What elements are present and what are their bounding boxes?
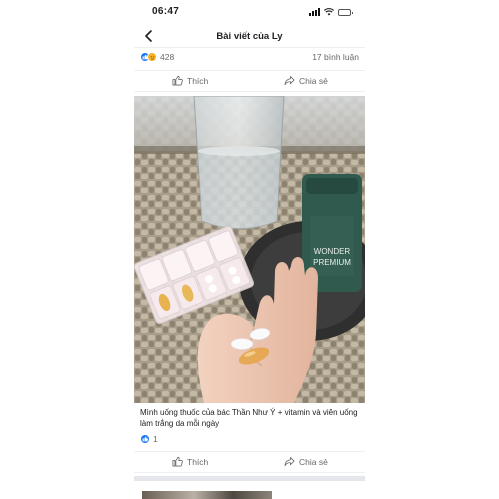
share-arrow-icon bbox=[284, 456, 295, 467]
action-bar-top: Thích Chia sẻ bbox=[134, 70, 365, 92]
next-post-image bbox=[142, 491, 272, 499]
reaction-summary[interactable]: 428 bbox=[140, 52, 174, 62]
share-button[interactable]: Chia sẻ bbox=[284, 75, 328, 86]
phone-screen: 06:47 Bài viết của Ly 428 17 bình luận T… bbox=[134, 0, 365, 499]
like-button[interactable]: Thích bbox=[172, 456, 208, 467]
like-reaction-icon bbox=[140, 434, 150, 444]
post-like-count: 1 bbox=[153, 434, 158, 444]
reaction-count: 428 bbox=[160, 52, 175, 62]
next-post-preview[interactable] bbox=[134, 476, 365, 499]
share-button-label: Chia sẻ bbox=[299, 75, 328, 86]
post-caption: Mình uống thuốc của bác Thần Như Ý + vit… bbox=[140, 408, 358, 428]
status-bar: 06:47 bbox=[134, 6, 365, 20]
page-title: Bài viết của Ly bbox=[216, 31, 283, 42]
action-bar-bottom: Thích Chia sẻ bbox=[134, 451, 365, 473]
share-arrow-icon bbox=[284, 75, 295, 86]
share-button[interactable]: Chia sẻ bbox=[284, 456, 328, 467]
bottle-label-line1: WONDER bbox=[314, 247, 351, 256]
post-reaction-summary[interactable]: 1 bbox=[140, 434, 158, 444]
comment-count-link[interactable]: 17 bình luận bbox=[312, 52, 359, 62]
post-photo[interactable]: WONDER PREMIUM bbox=[134, 96, 365, 403]
battery-icon bbox=[338, 8, 353, 16]
status-icons bbox=[309, 8, 353, 16]
share-button-label: Chia sẻ bbox=[299, 456, 328, 467]
like-button-label: Thích bbox=[187, 75, 209, 86]
like-button-label: Thích bbox=[187, 456, 209, 467]
like-button[interactable]: Thích bbox=[172, 75, 208, 86]
pills-photo-illustration: WONDER PREMIUM bbox=[134, 96, 365, 403]
status-time: 06:47 bbox=[152, 6, 180, 17]
sad-reaction-icon bbox=[147, 52, 157, 62]
reaction-stats: 428 17 bình luận bbox=[140, 52, 359, 66]
thumbs-up-icon bbox=[172, 456, 183, 467]
cellular-signal-icon bbox=[309, 8, 320, 16]
bottle-label-line2: PREMIUM bbox=[313, 258, 351, 267]
wifi-icon bbox=[324, 8, 334, 16]
post-header: Bài viết của Ly bbox=[134, 26, 365, 48]
thumbs-up-icon bbox=[172, 75, 183, 86]
